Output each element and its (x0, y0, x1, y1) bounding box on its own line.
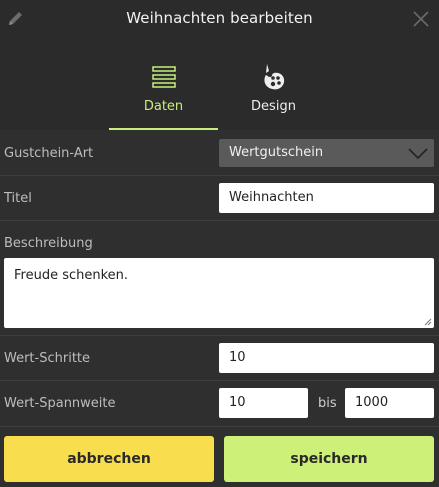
value-range-min-input[interactable]: 10 (219, 388, 308, 418)
value-steps-input[interactable]: 10 (219, 343, 434, 373)
value-range-row: Wert-Spannweite 10 1000 (0, 381, 439, 427)
title-row: Titel Weihnachten (0, 176, 439, 221)
resize-handle-icon[interactable] (424, 318, 432, 326)
list-icon (151, 66, 176, 88)
description-label: Beschreibung (4, 236, 93, 251)
value-steps-label: Wert-Schritte (4, 351, 91, 366)
title-input[interactable]: Weihnachten (219, 183, 434, 213)
dialog-title: Weihnachten bearbeiten (126, 9, 313, 27)
title-label: Titel (4, 191, 32, 206)
save-button[interactable]: speichern (224, 436, 434, 482)
voucher-type-label: Gustchein-Art (4, 146, 94, 161)
cancel-button[interactable]: abbrechen (4, 436, 214, 482)
tab-design-label: Design (251, 99, 296, 114)
dialog-header: Weihnachten bearbeiten Daten Design (0, 0, 439, 130)
value-range-separator: bis (318, 396, 337, 411)
value-range-label: Wert-Spannweite (4, 396, 116, 411)
chevron-down-icon (408, 148, 428, 160)
tab-daten-label: Daten (143, 99, 184, 114)
value-range-max-input[interactable]: 1000 (345, 388, 434, 418)
description-text: Freude schenken. (14, 268, 129, 283)
voucher-type-select[interactable]: Wertgutschein (219, 139, 434, 167)
description-textarea[interactable]: Freude schenken. (4, 258, 434, 328)
tab-daten[interactable]: Daten (109, 62, 218, 130)
close-icon[interactable] (412, 10, 430, 28)
voucher-type-row: Gustchein-Art Wertgutschein (0, 130, 439, 176)
voucher-type-value: Wertgutschein (229, 145, 324, 160)
value-steps-row: Wert-Schritte 10 (0, 336, 439, 381)
tab-design[interactable]: Design (219, 62, 328, 130)
palette-icon (263, 64, 284, 90)
